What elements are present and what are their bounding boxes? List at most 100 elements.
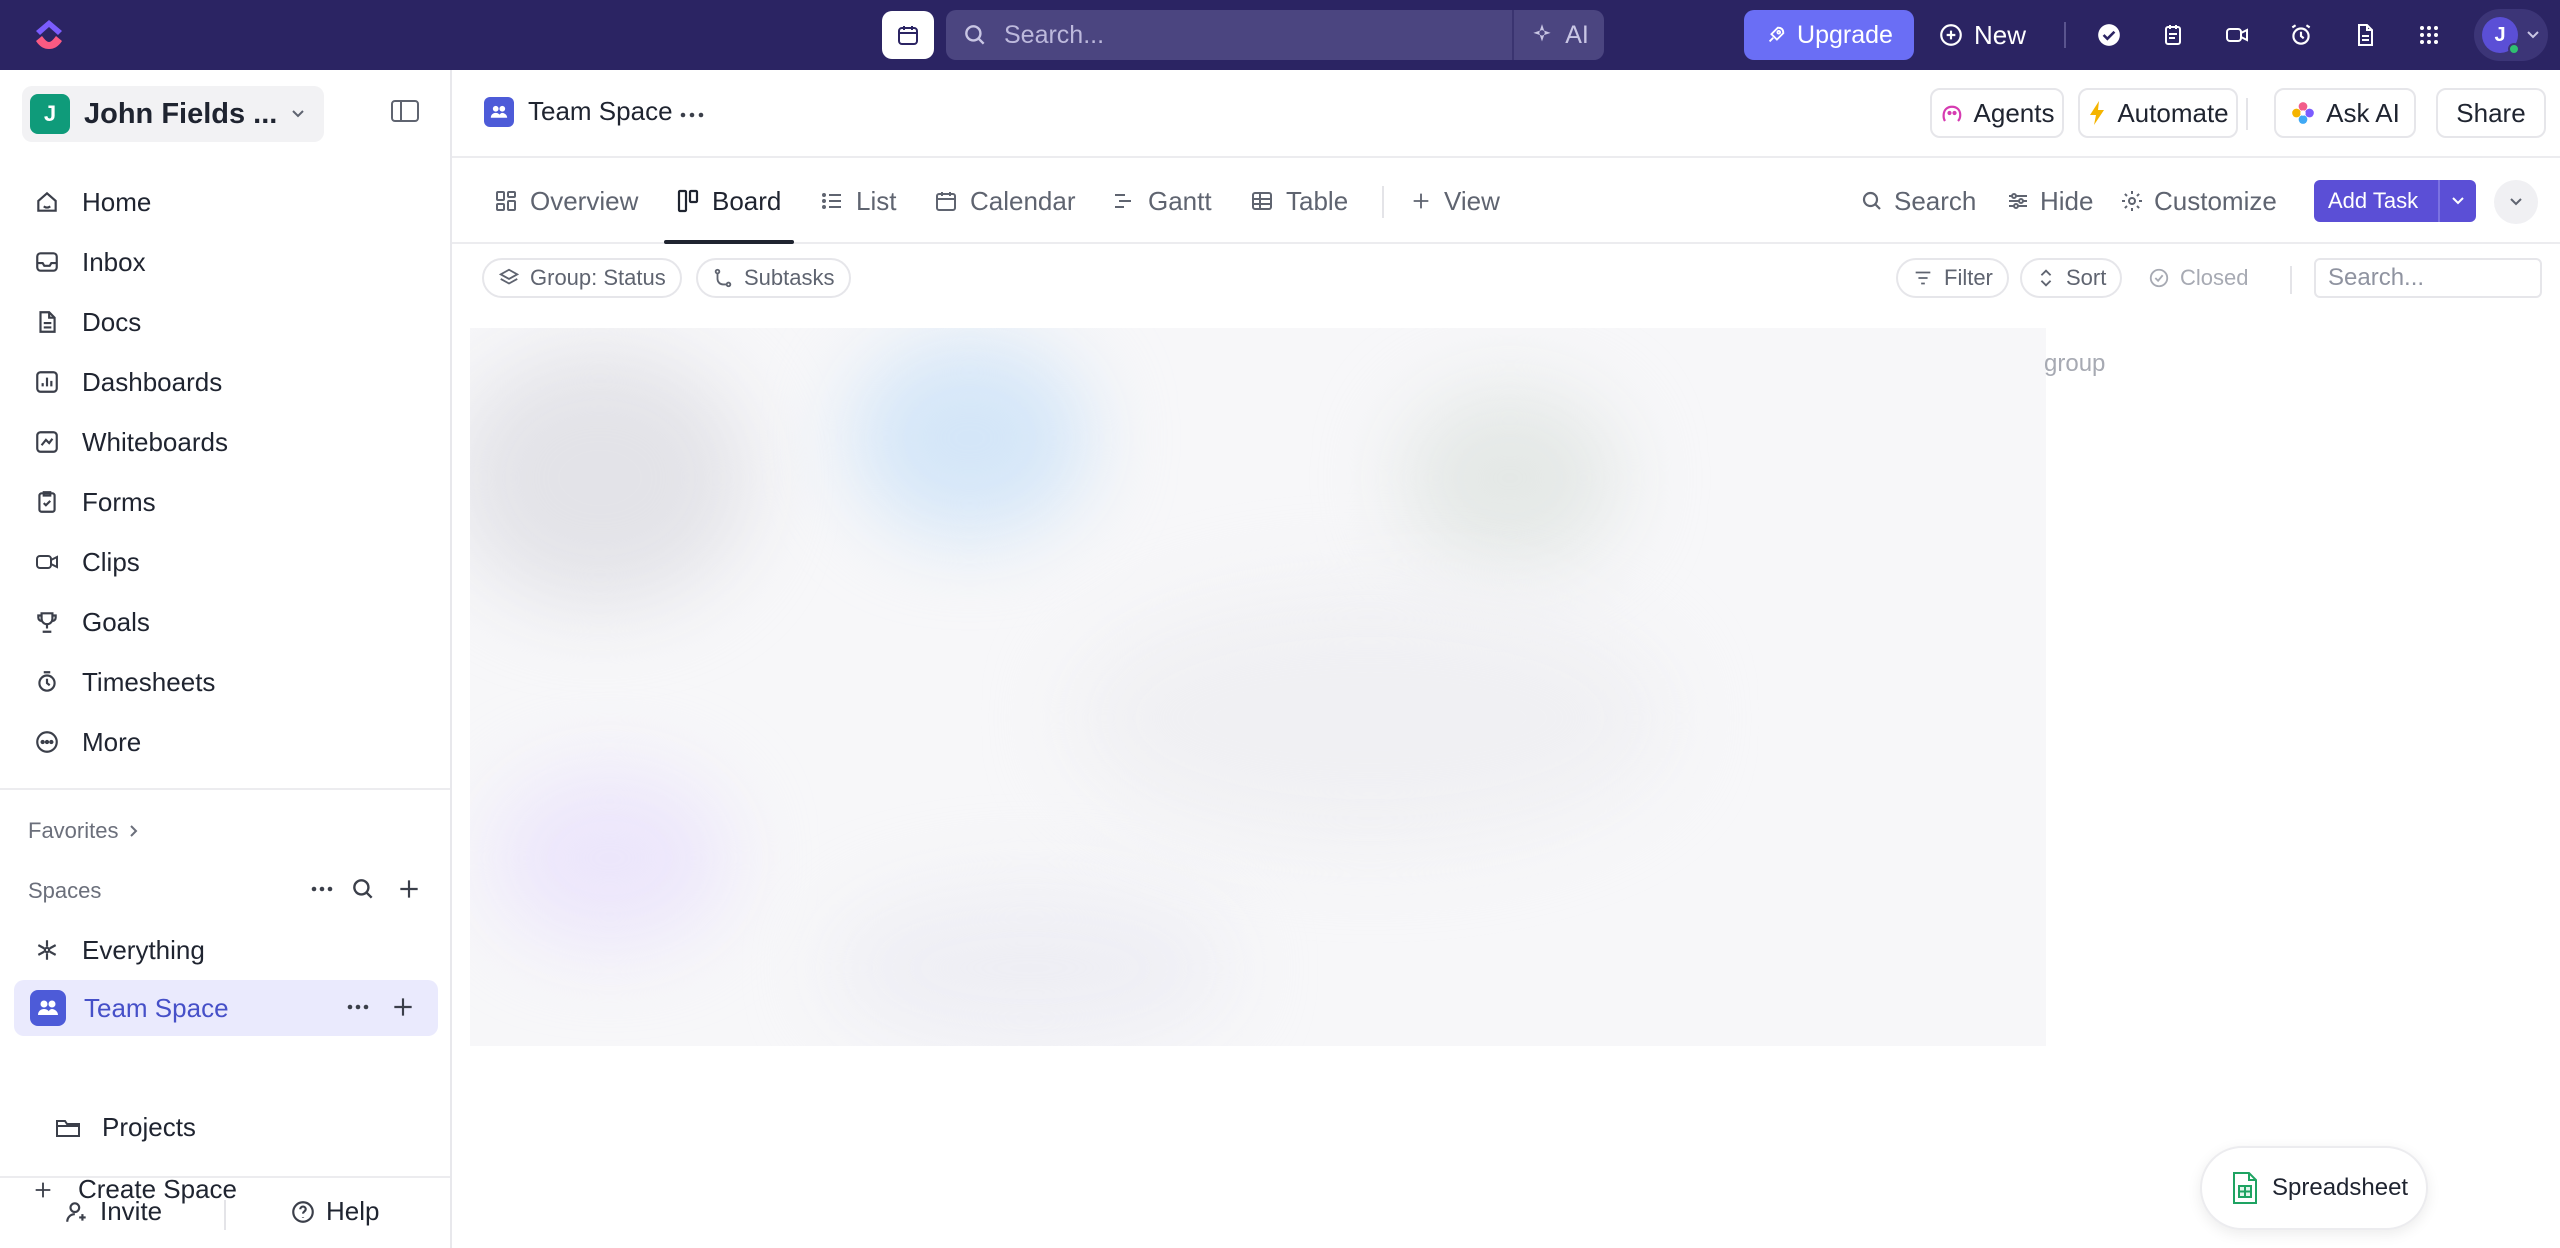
sidebar-item-home[interactable]: Home: [14, 176, 438, 228]
hide-label: Hide: [2040, 185, 2094, 216]
ai-search-button[interactable]: AI: [1512, 10, 1604, 60]
filter-button[interactable]: Filter: [1896, 258, 2009, 298]
ask-ai-button[interactable]: Ask AI: [2274, 88, 2416, 138]
user-menu[interactable]: J: [2474, 9, 2548, 61]
show-closed-toggle[interactable]: Closed: [2148, 258, 2248, 298]
sidebar-item-more[interactable]: More: [14, 716, 438, 768]
global-search[interactable]: AI: [946, 10, 1604, 60]
filter-divider: [2290, 266, 2292, 294]
alarm-clock-icon[interactable]: [2284, 18, 2318, 52]
automate-button[interactable]: Automate: [2078, 88, 2238, 138]
breadcrumb[interactable]: Team Space: [484, 96, 673, 127]
favorites-label: Favorites: [28, 818, 119, 843]
docs-icon: [32, 307, 62, 337]
table-icon: [1252, 192, 1272, 210]
collapse-sidebar-icon[interactable]: [390, 98, 420, 124]
space-options-icon[interactable]: [678, 110, 706, 120]
sidebar-item-label: Home: [82, 186, 152, 217]
sidebar-item-docs[interactable]: Docs: [14, 296, 438, 348]
sidebar-item-label: Timesheets: [82, 666, 216, 697]
board-search-input[interactable]: [2314, 258, 2542, 298]
space-more-icon[interactable]: [344, 994, 372, 1020]
apps-grid-icon[interactable]: [2412, 18, 2446, 52]
sidebar-item-timesheets[interactable]: Timesheets: [14, 656, 438, 708]
sliders-icon: [2009, 193, 2027, 209]
global-search-input[interactable]: [1004, 20, 1484, 50]
overview-icon: [496, 191, 516, 211]
upgrade-button[interactable]: Upgrade: [1744, 10, 1914, 60]
space-add-icon[interactable]: [390, 994, 416, 1020]
new-button[interactable]: New: [1938, 10, 2038, 60]
board-search-button[interactable]: Search: [1860, 158, 1976, 244]
share-button[interactable]: Share: [2436, 88, 2546, 138]
tab-list[interactable]: List: [820, 158, 896, 244]
space-team-space[interactable]: Team Space: [14, 980, 438, 1036]
view-options-chevron-icon[interactable]: [2494, 180, 2538, 224]
tab-label: Calendar: [970, 185, 1076, 216]
folder-projects[interactable]: Projects: [54, 1112, 196, 1143]
spreadsheet-label: Spreadsheet: [2272, 1174, 2409, 1201]
sidebar-item-goals[interactable]: Goals: [14, 596, 438, 648]
calendar-quick-button[interactable]: [882, 11, 934, 59]
clips-icon: [32, 547, 62, 577]
ask-ai-label: Ask AI: [2326, 97, 2400, 128]
sort-button[interactable]: Sort: [2020, 258, 2123, 298]
skeleton-blob: [490, 768, 730, 948]
help-button[interactable]: Help: [290, 1196, 379, 1227]
sidebar-item-inbox[interactable]: Inbox: [14, 236, 438, 288]
filter-icon: [1915, 271, 1931, 285]
spreadsheet-icon: [2233, 1172, 2257, 1204]
customize-button[interactable]: Customize: [2120, 158, 2277, 244]
calendar-icon: [936, 192, 956, 211]
calendar-icon: [898, 26, 918, 45]
add-space-icon[interactable]: [396, 876, 422, 902]
document-icon[interactable]: [2348, 18, 2382, 52]
video-clip-icon[interactable]: [2220, 18, 2254, 52]
chevron-down-icon: [292, 110, 304, 118]
tab-label: Gantt: [1148, 185, 1212, 216]
sidebar-item-forms[interactable]: Forms: [14, 476, 438, 528]
help-label: Help: [326, 1196, 380, 1226]
subtasks-icon: [714, 268, 732, 288]
agents-button[interactable]: Agents: [1930, 88, 2064, 138]
add-group-hint[interactable]: group: [2044, 350, 2105, 378]
group-by-chip[interactable]: Group: Status: [482, 258, 682, 298]
sidebar-item-label: More: [82, 726, 142, 757]
add-task-button[interactable]: Add Task: [2314, 180, 2476, 222]
online-status-icon: [2508, 43, 2520, 55]
add-view-label: View: [1444, 185, 1500, 216]
invite-button[interactable]: Invite: [64, 1196, 162, 1227]
spreadsheet-floating-button[interactable]: Spreadsheet: [2200, 1146, 2428, 1230]
spaces-more-icon[interactable]: [308, 876, 336, 902]
rocket-icon: [1768, 26, 1785, 43]
tab-calendar[interactable]: Calendar: [934, 158, 1076, 244]
sidebar-item-clips[interactable]: Clips: [14, 536, 438, 588]
gear-icon: [2122, 191, 2142, 211]
space-everything[interactable]: Everything: [14, 924, 438, 976]
chevron-down-icon: [2527, 31, 2539, 39]
tab-label: Table: [1286, 185, 1349, 216]
sidebar-item-label: Clips: [82, 546, 140, 577]
favorites-section[interactable]: Favorites: [28, 818, 138, 844]
add-task-dropdown-icon[interactable]: [2440, 195, 2476, 207]
sidebar-item-dashboards[interactable]: Dashboards: [14, 356, 438, 408]
sidebar-item-whiteboards[interactable]: Whiteboards: [14, 416, 438, 468]
skeleton-blob: [1070, 588, 1670, 848]
app-logo-icon[interactable]: [32, 17, 66, 53]
hide-button[interactable]: Hide: [2006, 158, 2093, 244]
workspace-switcher[interactable]: J John Fields ...: [22, 86, 324, 142]
plus-circle-icon: [1940, 24, 1962, 46]
add-view-button[interactable]: View: [1410, 158, 1500, 244]
spaces-search-icon[interactable]: [350, 876, 376, 902]
tab-overview[interactable]: Overview: [494, 158, 638, 244]
workspace-name: John Fields ...: [84, 97, 278, 130]
sidebar: J John Fields ... Home Inbox Docs Dashbo…: [0, 70, 452, 1248]
subtasks-label: Subtasks: [744, 265, 835, 290]
check-circle-icon[interactable]: [2092, 18, 2126, 52]
tab-board[interactable]: Board: [676, 158, 781, 244]
notepad-icon[interactable]: [2156, 18, 2190, 52]
tab-table[interactable]: Table: [1250, 158, 1348, 244]
tab-gantt[interactable]: Gantt: [1112, 158, 1212, 244]
page-title: Team Space: [528, 96, 673, 126]
subtasks-chip[interactable]: Subtasks: [696, 258, 851, 298]
